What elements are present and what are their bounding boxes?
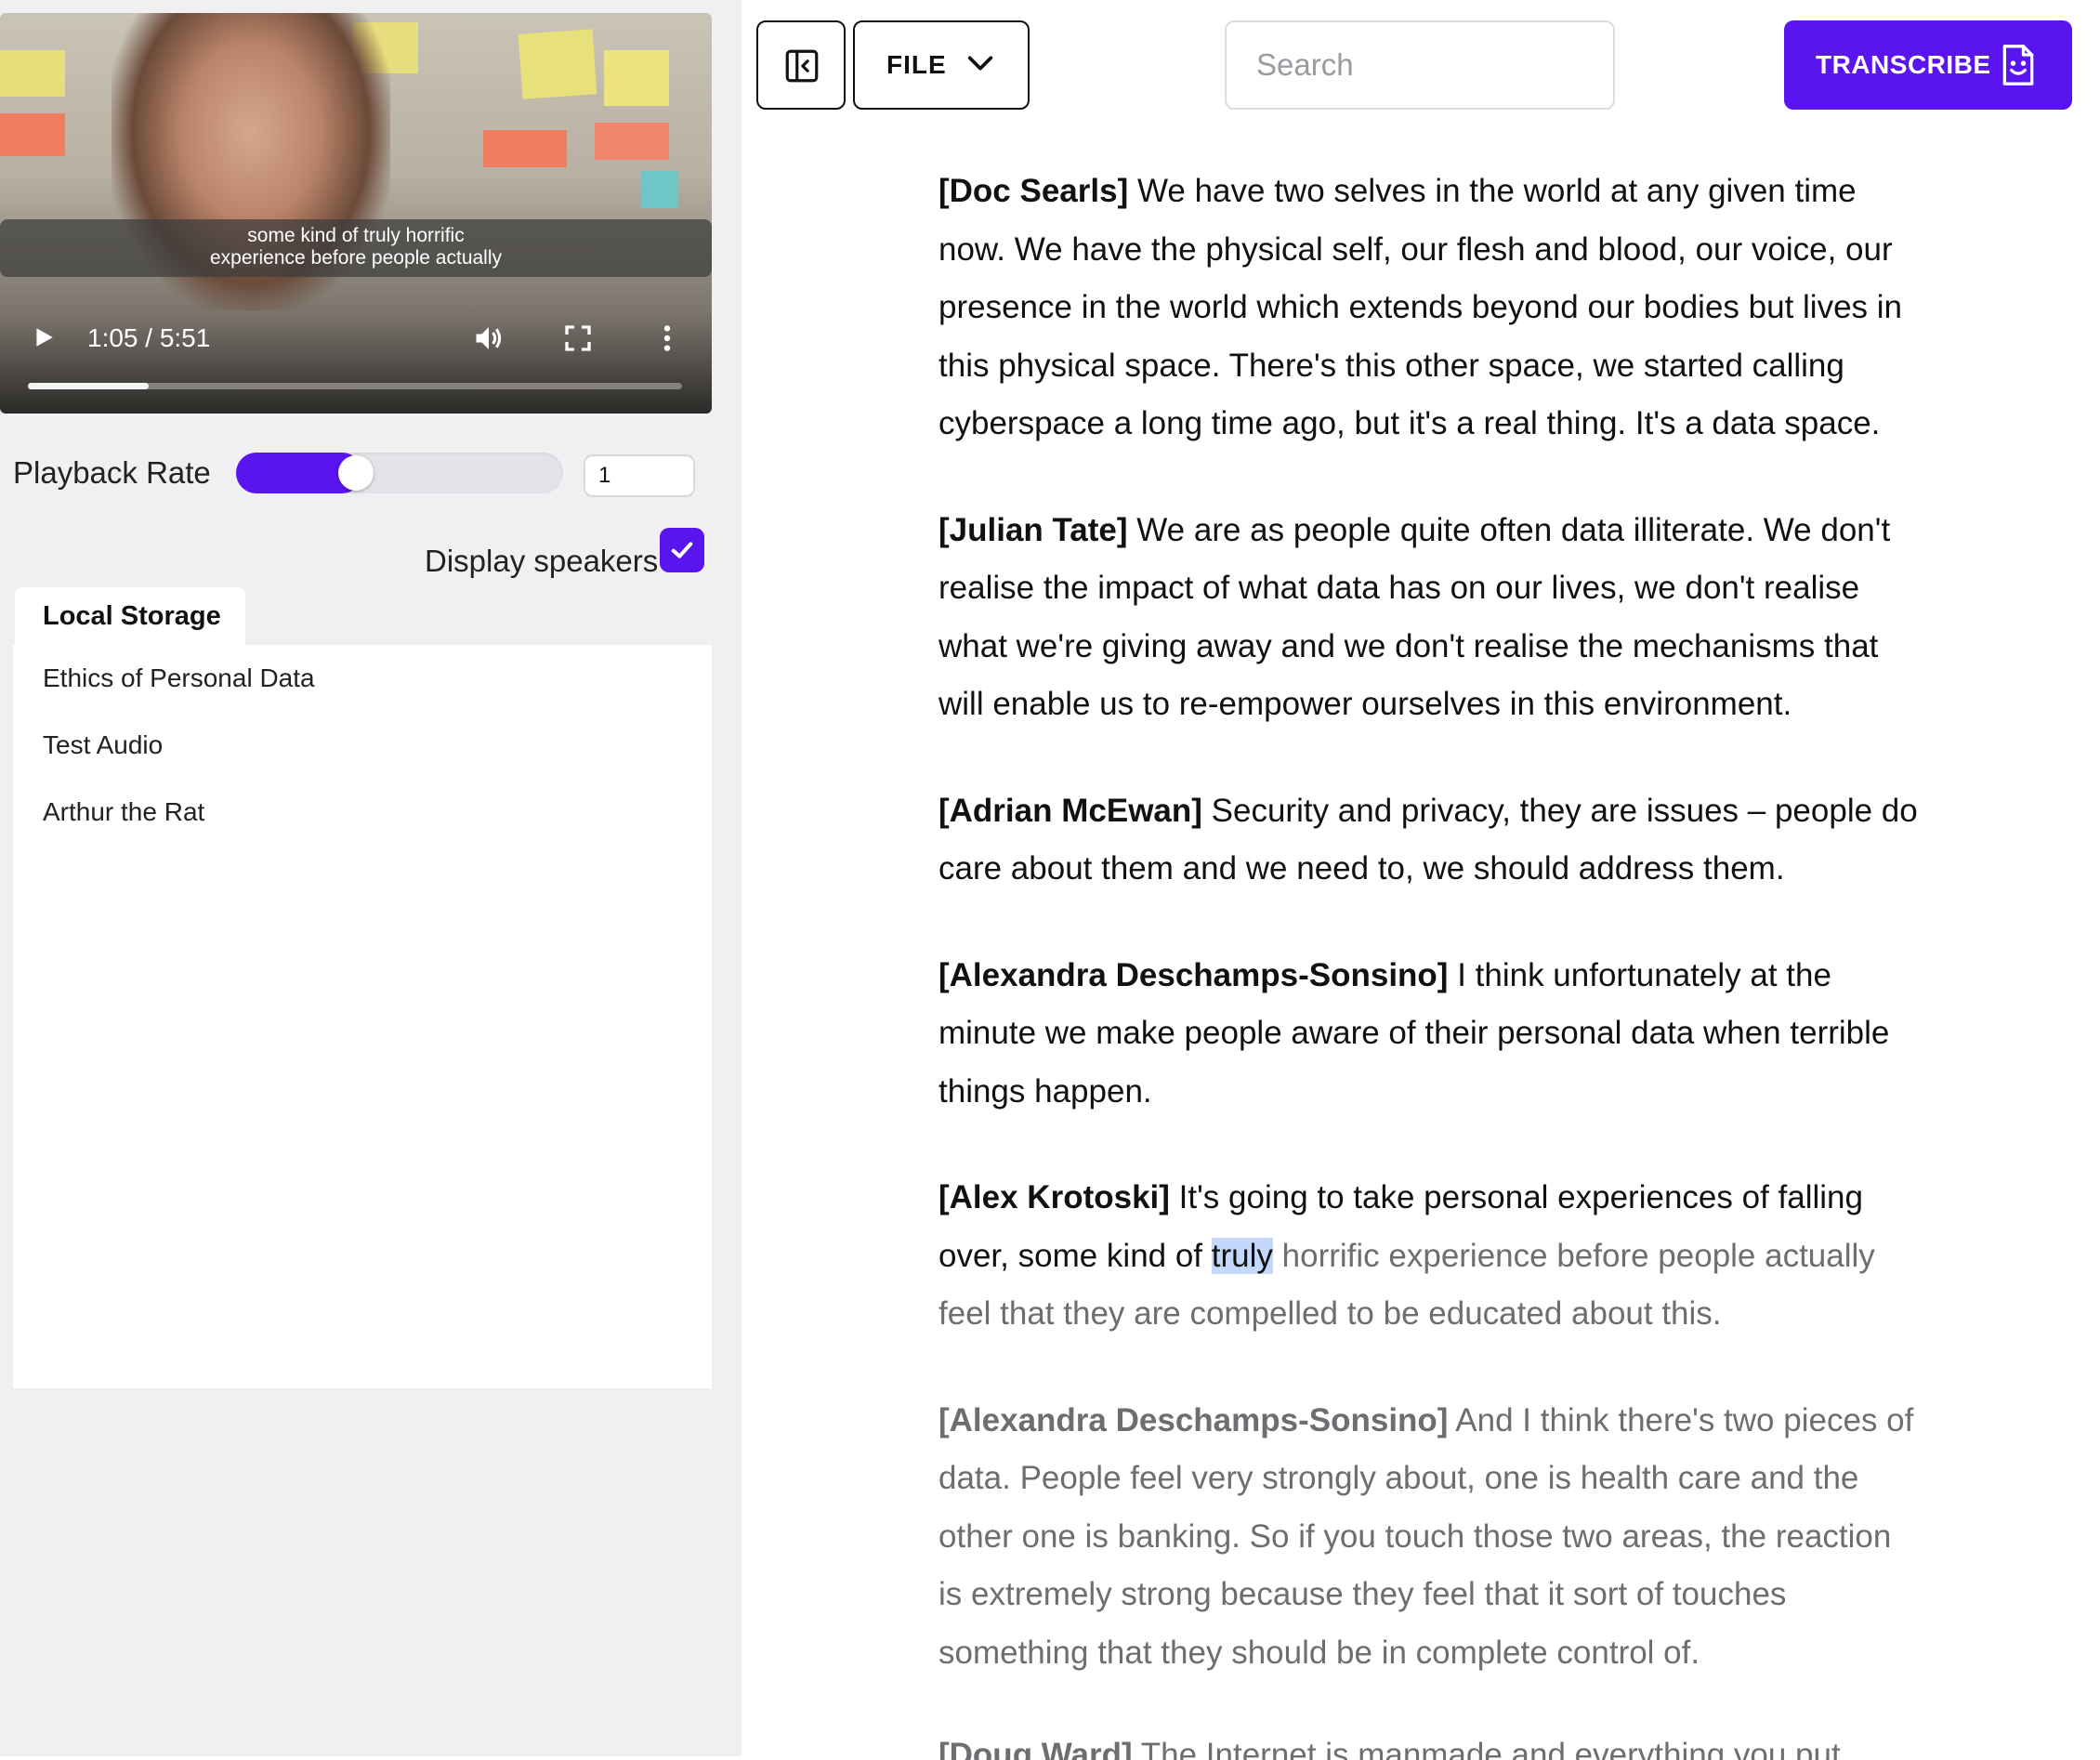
sidebar-collapse-icon <box>785 49 819 83</box>
paragraph-text: The Internet is manmade and everything y… <box>1140 1737 1841 1760</box>
document-transcribe-icon <box>2002 45 2034 85</box>
video-player[interactable]: some kind of truly horrific experience b… <box>0 13 712 414</box>
current-word-highlight[interactable]: truly <box>1211 1237 1273 1274</box>
transcript-paragraph[interactable]: [Alexandra Deschamps-Sonsino] And I thin… <box>938 1392 1923 1683</box>
transcribe-label: TRANSCRIBE <box>1816 50 1991 79</box>
video-progress-bar[interactable] <box>28 383 682 389</box>
caption-line-1: some kind of truly horrific <box>247 225 465 246</box>
transcript-paragraph[interactable]: [Adrian McEwan] Security and privacy, th… <box>938 782 1923 899</box>
fullscreen-icon[interactable] <box>563 323 593 353</box>
transcript-paragraph[interactable]: [Doc Searls] We have two selves in the w… <box>938 163 1923 453</box>
speaker-name: [Doc Searls] <box>938 173 1129 209</box>
transcript: [Doc Searls] We have two selves in the w… <box>938 163 1923 1730</box>
transcript-paragraph[interactable]: [Alexandra Deschamps-Sonsino] I think un… <box>938 947 1923 1122</box>
display-speakers-label: Display speakers <box>425 544 659 578</box>
video-time: 1:05 / 5:51 <box>87 323 211 352</box>
transcript-paragraph-current[interactable]: [Alex Krotoski] It's going to take perso… <box>938 1169 1923 1344</box>
caption-line-2: experience before people actually <box>209 247 503 269</box>
display-speakers-checkbox[interactable] <box>660 528 704 572</box>
volume-icon[interactable] <box>472 322 505 355</box>
more-options-icon[interactable] <box>656 323 678 353</box>
tab-local-storage[interactable]: Local Storage <box>15 587 245 645</box>
file-menu-label: FILE <box>886 50 947 79</box>
speaker-name: [Alexandra Deschamps-Sonsino] <box>938 1401 1449 1438</box>
chevron-down-icon <box>967 56 993 71</box>
file-menu-button[interactable]: FILE <box>853 20 1030 110</box>
paragraph-text: And I think there's two pieces of data. … <box>938 1401 1914 1671</box>
playback-rate-input[interactable] <box>584 454 695 497</box>
speaker-name: [Adrian McEwan] <box>938 792 1202 829</box>
playback-rate-thumb[interactable] <box>338 455 374 491</box>
checkmark-icon <box>671 542 693 558</box>
video-caption: some kind of truly horrific experience b… <box>0 219 712 277</box>
speaker-name: [Alex Krotoski] <box>938 1179 1170 1215</box>
video-progress-fill <box>28 383 150 389</box>
storage-list: Ethics of Personal Data Test Audio Arthu… <box>13 645 712 1388</box>
video-controls: 1:05 / 5:51 <box>0 307 712 362</box>
play-icon[interactable] <box>32 325 56 349</box>
sidebar: some kind of truly horrific experience b… <box>0 0 742 1756</box>
playback-rate-slider[interactable] <box>236 453 563 493</box>
transcript-paragraph[interactable]: [Julian Tate] We are as people quite oft… <box>938 502 1923 734</box>
speaker-name: [Julian Tate] <box>938 511 1128 548</box>
paragraph-text: We have two selves in the world at any g… <box>938 173 1903 441</box>
storage-item-test-audio[interactable]: Test Audio <box>43 730 163 760</box>
search-input[interactable] <box>1225 20 1615 110</box>
speaker-name: [Doug Ward] <box>938 1737 1133 1760</box>
speaker-name: [Alexandra Deschamps-Sonsino] <box>938 956 1449 993</box>
storage-item-arthur-the-rat[interactable]: Arthur the Rat <box>43 797 204 827</box>
sidebar-toggle-button[interactable] <box>756 20 846 110</box>
transcribe-button[interactable]: TRANSCRIBE <box>1784 20 2072 110</box>
playback-rate-label: Playback Rate <box>13 455 211 490</box>
storage-item-ethics-of-personal-data[interactable]: Ethics of Personal Data <box>43 663 315 693</box>
